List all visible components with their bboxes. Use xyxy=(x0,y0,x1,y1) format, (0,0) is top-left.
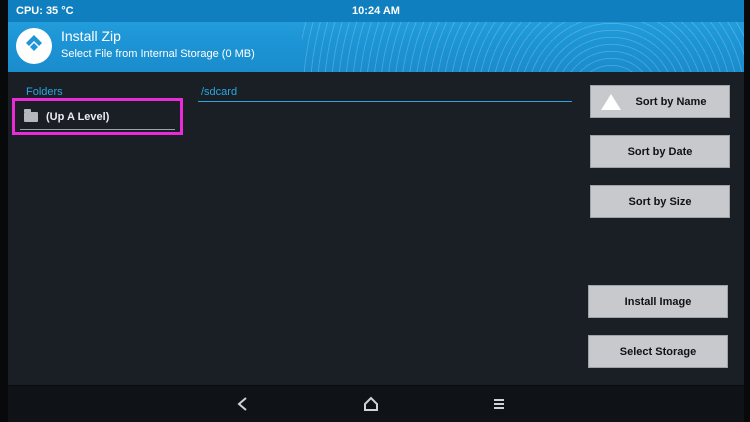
twrp-install-zip-screen: CPU: 35 °C 10:24 AM Install Zip Select F… xyxy=(0,0,750,422)
device-edge-right xyxy=(744,0,750,422)
navigation-bar xyxy=(8,385,744,422)
device-edge-left xyxy=(0,0,8,422)
sort-by-size-button[interactable]: Sort by Size xyxy=(590,185,730,218)
clock: 10:24 AM xyxy=(352,5,400,17)
sort-by-name-label: Sort by Name xyxy=(635,95,707,108)
folders-label: Folders xyxy=(26,86,63,98)
folder-icon xyxy=(24,109,38,122)
header-bar: CPU: 35 °C 10:24 AM Install Zip Select F… xyxy=(8,0,744,72)
back-icon[interactable] xyxy=(233,394,253,414)
sort-direction-up-icon xyxy=(601,94,621,110)
path-divider xyxy=(198,101,572,102)
home-icon[interactable] xyxy=(361,394,381,414)
sort-by-date-button[interactable]: Sort by Date xyxy=(590,135,730,168)
install-image-label: Install Image xyxy=(624,295,692,308)
status-bar: CPU: 35 °C 10:24 AM xyxy=(8,0,744,22)
sort-by-size-label: Sort by Size xyxy=(628,195,692,208)
sort-by-date-label: Sort by Date xyxy=(627,145,693,158)
page-title: Install Zip xyxy=(61,28,121,44)
folder-item-row[interactable]: (Up A Level) xyxy=(20,105,175,130)
current-path: /sdcard xyxy=(201,86,238,98)
folder-item-label: (Up A Level) xyxy=(46,111,110,123)
install-image-button[interactable]: Install Image xyxy=(588,285,728,318)
menu-icon[interactable] xyxy=(489,394,509,414)
sort-by-name-button[interactable]: Sort by Name xyxy=(590,85,730,118)
select-storage-label: Select Storage xyxy=(619,345,697,358)
twrp-logo-icon xyxy=(16,28,52,64)
folder-item-up-a-level[interactable]: (Up A Level) xyxy=(12,98,183,135)
select-storage-button[interactable]: Select Storage xyxy=(588,335,728,368)
page-subtitle: Select File from Internal Storage (0 MB) xyxy=(61,48,255,60)
